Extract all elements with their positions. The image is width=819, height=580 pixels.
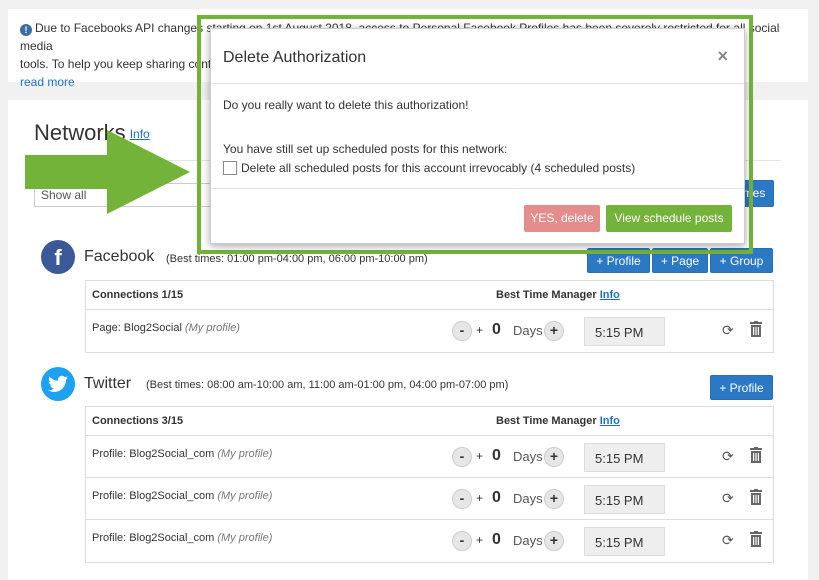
facebook-best-times: (Best times: 01:00 pm-04:00 pm, 06:00 pm… — [166, 253, 428, 265]
connections-header: Connections 1/15 — [92, 289, 184, 301]
modal-title: Delete Authorization — [223, 49, 367, 66]
plus-sign: + — [476, 449, 484, 463]
connection-sub: (My profile) — [184, 322, 240, 334]
view-schedule-posts-button[interactable]: View schedule posts — [606, 205, 732, 232]
plus-sign: + — [476, 491, 484, 505]
plus-button[interactable]: + — [544, 489, 564, 509]
btm-label: Best Time Manager — [496, 289, 597, 301]
modal-body: Do you really want to delete this author… — [211, 84, 744, 189]
refresh-icon[interactable]: ⟳ — [722, 532, 734, 549]
connection-label: Page: Blog2Social (My profile) — [92, 322, 240, 334]
btm-header: Best Time Manager Info — [496, 415, 620, 427]
days-count: 0 — [492, 321, 501, 338]
delete-scheduled-checkbox[interactable] — [223, 161, 237, 175]
table-row: Profile: Blog2Social_com (My profile) - … — [86, 436, 773, 478]
plus-sign: + — [476, 533, 484, 547]
plus-button[interactable]: + — [544, 321, 564, 341]
modal-scheduled-note: You have still set up scheduled posts fo… — [223, 142, 508, 156]
delete-authorization-modal: Delete Authorization × Do you really wan… — [210, 28, 745, 244]
facebook-name: Facebook — [84, 248, 155, 265]
connection-name: Page: Blog2Social — [92, 322, 182, 334]
plus-button[interactable]: + — [544, 531, 564, 551]
btm-label: Best Time Manager — [496, 415, 597, 427]
twitter-best-times: (Best times: 08:00 am-10:00 am, 11:00 am… — [146, 379, 509, 391]
days-label: Days — [513, 491, 543, 506]
days-count: 0 — [492, 489, 501, 506]
twitter-connections-table: Connections 3/15 Best Time Manager Info … — [85, 406, 774, 563]
twitter-add-profile-button[interactable]: + Profile — [710, 375, 773, 400]
time-input[interactable]: 5:15 PM — [584, 443, 665, 472]
days-label: Days — [513, 449, 543, 464]
connection-name: Profile: Blog2Social_com — [92, 490, 215, 502]
minus-button[interactable]: - — [452, 489, 472, 509]
minus-button[interactable]: - — [452, 447, 472, 467]
plus-sign: + — [476, 323, 484, 337]
connection-sub: (My profile) — [217, 490, 273, 502]
connection-name: Profile: Blog2Social_com — [92, 532, 215, 544]
twitter-name: Twitter — [84, 375, 132, 392]
table-header: Connections 3/15 Best Time Manager Info — [86, 407, 773, 436]
connections-header: Connections 3/15 — [92, 415, 184, 427]
minus-button[interactable]: - — [452, 321, 472, 341]
table-row: Page: Blog2Social (My profile) - + 0 Day… — [86, 310, 773, 352]
minus-button[interactable]: - — [452, 531, 472, 551]
days-label: Days — [513, 323, 543, 338]
green-arrow-icon — [25, 130, 190, 214]
trash-icon[interactable] — [750, 447, 762, 463]
days-count: 0 — [492, 447, 501, 464]
close-icon[interactable]: × — [717, 46, 728, 67]
delete-scheduled-label: Delete all scheduled posts for this acco… — [241, 161, 636, 175]
exclamation-icon: ! — [20, 24, 32, 36]
days-label: Days — [513, 533, 543, 548]
connection-label: Profile: Blog2Social_com (My profile) — [92, 532, 272, 544]
trash-icon[interactable] — [750, 489, 762, 505]
refresh-icon[interactable]: ⟳ — [722, 322, 734, 339]
modal-header: Delete Authorization × — [211, 29, 744, 84]
yes-delete-button[interactable]: YES, delete — [524, 205, 600, 232]
time-input[interactable]: 5:15 PM — [584, 485, 665, 514]
refresh-icon[interactable]: ⟳ — [722, 490, 734, 507]
refresh-icon[interactable]: ⟳ — [722, 448, 734, 465]
connection-name: Profile: Blog2Social_com — [92, 448, 215, 460]
trash-icon[interactable] — [750, 321, 762, 337]
time-input[interactable]: 5:15 PM — [584, 317, 665, 346]
facebook-icon: f — [41, 240, 75, 274]
days-count: 0 — [492, 531, 501, 548]
twitter-icon — [41, 367, 75, 401]
read-more-link[interactable]: read more — [20, 75, 75, 89]
btm-header: Best Time Manager Info — [496, 289, 620, 301]
connection-sub: (My profile) — [217, 448, 273, 460]
table-header: Connections 1/15 Best Time Manager Info — [86, 281, 773, 310]
table-row: Profile: Blog2Social_com (My profile) - … — [86, 478, 773, 520]
plus-button[interactable]: + — [544, 447, 564, 467]
btm-info-link[interactable]: Info — [600, 415, 620, 427]
trash-icon[interactable] — [750, 531, 762, 547]
facebook-connections-table: Connections 1/15 Best Time Manager Info … — [85, 280, 774, 353]
connection-label: Profile: Blog2Social_com (My profile) — [92, 490, 272, 502]
modal-question: Do you really want to delete this author… — [223, 98, 469, 112]
time-input[interactable]: 5:15 PM — [584, 527, 665, 556]
connection-sub: (My profile) — [217, 532, 273, 544]
btm-info-link[interactable]: Info — [600, 289, 620, 301]
connection-label: Profile: Blog2Social_com (My profile) — [92, 448, 272, 460]
table-row: Profile: Blog2Social_com (My profile) - … — [86, 520, 773, 562]
